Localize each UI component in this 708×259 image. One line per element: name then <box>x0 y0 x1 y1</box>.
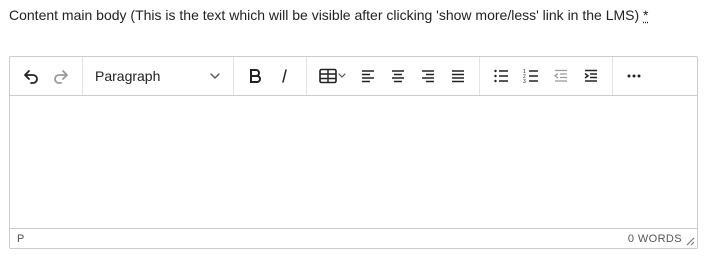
align-center-icon <box>392 70 404 83</box>
block-format-value: Paragraph <box>95 68 161 84</box>
list-group: 1 2 3 <box>480 57 613 95</box>
redo-icon <box>54 70 68 84</box>
numbered-list-icon: 1 2 3 <box>523 69 538 84</box>
history-group <box>10 57 83 95</box>
field-label-text: Content main body (This is the text whic… <box>9 7 640 23</box>
element-path[interactable]: P <box>17 233 24 245</box>
required-marker: * <box>643 7 649 23</box>
align-justify-icon <box>452 70 464 83</box>
align-left-icon <box>362 70 374 83</box>
more-group <box>613 57 655 95</box>
editor-content-area[interactable] <box>10 96 697 229</box>
align-right-button[interactable] <box>413 61 443 91</box>
more-button[interactable] <box>619 61 649 91</box>
align-justify-button[interactable] <box>443 61 473 91</box>
numbered-list-button[interactable]: 1 2 3 <box>516 61 546 91</box>
bold-icon <box>250 69 261 83</box>
chevron-down-icon <box>210 73 220 79</box>
field-label: Content main body (This is the text whic… <box>9 4 699 27</box>
word-count[interactable]: 0 WORDS <box>628 233 682 245</box>
align-center-button[interactable] <box>383 61 413 91</box>
indent-icon <box>584 69 597 82</box>
table-align-group <box>307 57 480 95</box>
align-right-icon <box>422 70 434 83</box>
outdent-icon <box>553 69 567 82</box>
format-group: Paragraph <box>83 57 234 95</box>
bullet-list-button[interactable] <box>486 61 516 91</box>
rich-text-editor: Paragraph 1 2 3 P 0 WORDS <box>9 56 698 249</box>
italic-icon <box>282 69 287 83</box>
indent-button[interactable] <box>576 61 606 91</box>
editor-statusbar: P 0 WORDS <box>10 228 697 248</box>
more-icon <box>627 74 641 78</box>
table-button[interactable] <box>313 61 353 91</box>
undo-button[interactable] <box>16 61 46 91</box>
bold-button[interactable] <box>240 61 270 91</box>
undo-icon <box>24 70 38 84</box>
style-group <box>234 57 307 95</box>
editor-toolbar: Paragraph 1 2 3 <box>10 57 697 96</box>
block-format-select[interactable]: Paragraph <box>89 61 227 91</box>
italic-button[interactable] <box>270 61 300 91</box>
redo-button[interactable] <box>46 61 76 91</box>
svg-text:3: 3 <box>523 79 526 84</box>
resize-handle-icon[interactable] <box>685 236 695 246</box>
table-icon <box>319 68 346 84</box>
align-left-button[interactable] <box>353 61 383 91</box>
bullet-list-icon <box>494 69 508 83</box>
outdent-button[interactable] <box>546 61 576 91</box>
